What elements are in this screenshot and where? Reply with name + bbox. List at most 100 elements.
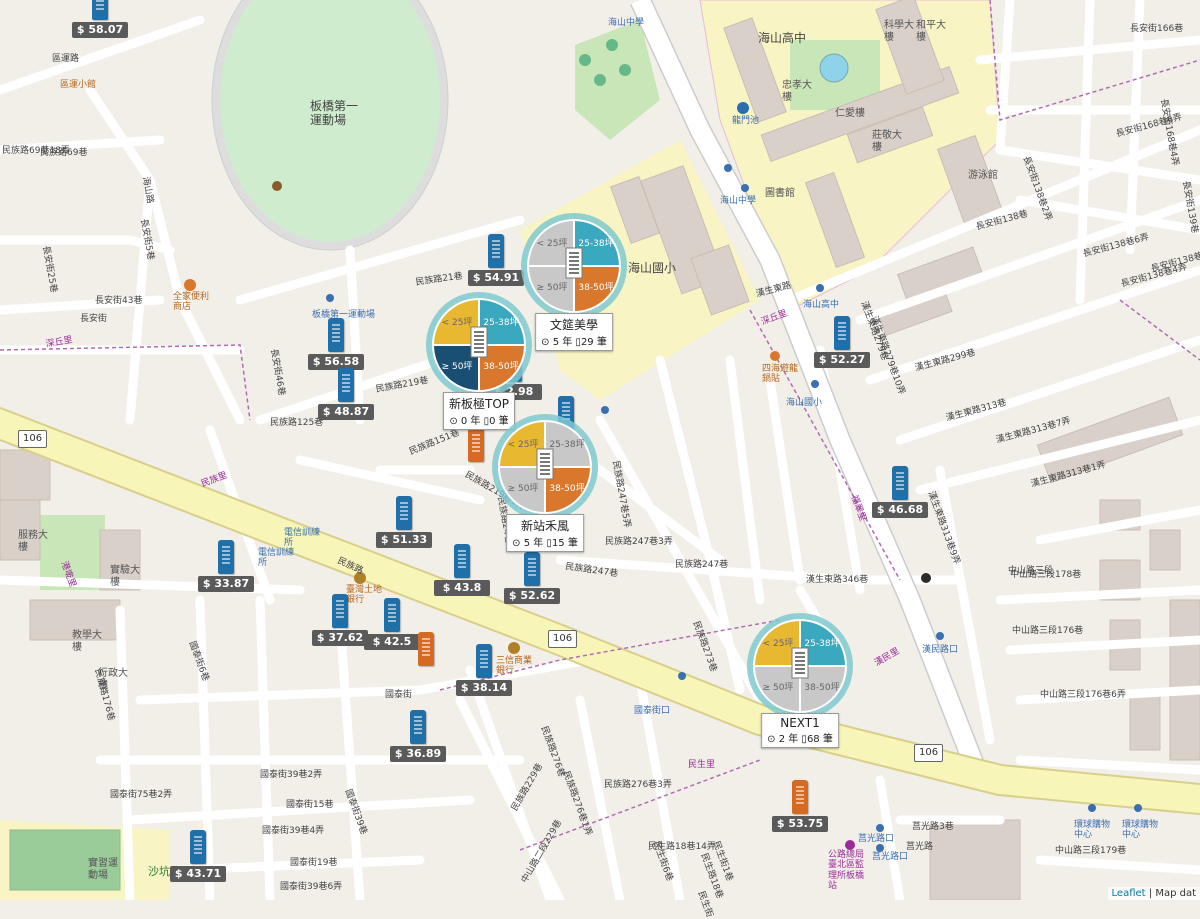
road-label: 莒光路 — [906, 842, 934, 852]
property-price: $ 43.71 — [170, 866, 226, 882]
property-marker[interactable] — [398, 632, 454, 684]
road-label: 國泰街19巷 — [290, 858, 338, 868]
road-label: 莒光路3巷 — [912, 822, 954, 832]
clock-icon: ⊙ — [541, 337, 553, 348]
property-price: $ 48.87 — [318, 404, 374, 420]
property-price: $ 38.14 — [456, 680, 512, 696]
building-icon — [834, 316, 850, 350]
pie-slice-label: 25-38坪 — [578, 238, 613, 249]
road-label: 中山路三段176巷6弄 — [1040, 690, 1126, 700]
road-label: 國泰街15巷 — [286, 800, 334, 810]
property-marker[interactable]: $ 53.75 — [772, 780, 828, 832]
property-marker[interactable]: $ 51.33 — [376, 496, 432, 548]
cluster-info-box[interactable]: 文筵美學 ⊙ 5 年 ▯29 筆 — [535, 313, 613, 351]
road-label: 民生路18巷14弄 — [648, 842, 716, 852]
leaflet-link[interactable]: Leaflet — [1112, 888, 1146, 899]
road-label: 漢生東路313巷7弄 — [995, 416, 1072, 446]
place-label-library: 圖書館 — [765, 188, 795, 199]
property-marker[interactable]: $ 56.58 — [308, 318, 364, 370]
building-icon — [332, 594, 348, 628]
document-icon: ▯ — [798, 734, 807, 745]
deal-count: 68 筆 — [806, 734, 833, 745]
place-label-bldg4: 科學大 樓 — [884, 20, 914, 43]
property-marker[interactable]: $ 37.62 — [312, 594, 368, 646]
building-icon — [892, 466, 908, 500]
place-label-bldg2: 忠孝大 樓 — [782, 80, 812, 103]
property-price: $ 46.68 — [872, 502, 928, 518]
road-label: 漢生東路346巷 — [806, 575, 869, 585]
property-marker[interactable]: $ 52.62 — [504, 552, 560, 604]
project-cluster[interactable]: 25-38坪 38-50坪 ≥ 50坪 < 25坪 文筵美學 ⊙ 5 年 ▯29 筆 — [521, 213, 627, 351]
property-marker[interactable]: $ 48.87 — [318, 368, 374, 420]
clock-icon: ⊙ — [449, 416, 461, 427]
road-label: 海山路 — [140, 176, 155, 205]
bus-stop-label: 國泰街口 — [634, 706, 671, 716]
bus-stop-label: 莒光路口 — [872, 852, 909, 862]
property-marker[interactable]: $ 43.8 — [434, 544, 490, 596]
document-icon: ▯ — [572, 337, 581, 348]
road-label: 長安街46巷 — [268, 348, 287, 397]
property-marker[interactable]: $ 54.91 — [468, 234, 524, 286]
property-marker[interactable]: $ 46.68 — [872, 466, 928, 518]
road-label: 漢生東路 — [755, 280, 793, 300]
pie-slice-label: 38-50坪 — [804, 682, 839, 693]
cluster-info-box[interactable]: 新站禾風 ⊙ 5 年 ▯15 筆 — [506, 514, 584, 552]
size-pie: 25-38坪 38-50坪 ≥ 50坪 < 25坪 — [752, 618, 848, 714]
size-pie: 25-38坪 38-50坪 ≥ 50坪 < 25坪 — [526, 218, 622, 314]
project-age: 2 年 — [778, 734, 799, 745]
route-106-shield: 106 — [18, 430, 48, 448]
property-price: $ 37.62 — [312, 630, 368, 646]
property-marker[interactable]: $ 58.07 — [72, 0, 128, 38]
clock-icon: ⊙ — [767, 734, 779, 745]
road-label: 國泰街6巷 — [186, 640, 211, 683]
project-meta: ⊙ 5 年 ▯29 筆 — [541, 333, 607, 348]
property-marker[interactable]: $ 43.71 — [170, 830, 226, 882]
road-label: 民族路276巷3弄 — [604, 780, 672, 790]
property-price: $ 52.62 — [504, 588, 560, 604]
property-marker[interactable]: $ 36.89 — [390, 710, 446, 762]
project-cluster[interactable]: 25-38坪 38-50坪 ≥ 50坪 < 25坪 新站禾風 ⊙ 5 年 ▯15 筆 — [492, 414, 598, 552]
building-icon — [338, 368, 354, 402]
village-label: 民族里 — [200, 470, 229, 490]
project-name: NEXT1 — [780, 716, 820, 730]
document-icon: ▯ — [543, 538, 552, 549]
road-label: 漢生東路299巷 — [914, 347, 977, 374]
deal-count: 15 筆 — [551, 538, 578, 549]
road-label: 長安街138巷 — [975, 209, 1029, 233]
road-label: 民生街 — [695, 890, 715, 919]
property-marker[interactable]: $ 38.14 — [456, 644, 512, 696]
bus-stop-label: 海山中學 — [608, 18, 645, 28]
road-label: 漢生東路313巷1弄 — [1030, 460, 1107, 490]
building-icon — [792, 780, 808, 814]
map-attribution: Leaflet | Map dat — [1107, 887, 1200, 900]
village-label: 港墘里 — [58, 560, 78, 589]
property-marker[interactable]: $ 33.87 — [198, 540, 254, 592]
clock-icon: ⊙ — [512, 538, 524, 549]
road-label: 漢生東路313巷 — [945, 397, 1008, 424]
road-label: 長安街43巷 — [95, 296, 143, 306]
property-price: $ 36.89 — [390, 746, 446, 762]
place-label-hospital: 公路總局 臺北區監 理所板橋 站 — [828, 850, 865, 892]
project-age: 5 年 — [552, 337, 573, 348]
project-meta: ⊙ 5 年 ▯15 筆 — [512, 534, 578, 549]
road-label: 國泰街39巷4弄 — [262, 826, 325, 836]
project-cluster[interactable]: 25-38坪 38-50坪 ≥ 50坪 < 25坪 新板極TOP ⊙ 0 年 ▯0 筆 — [426, 292, 532, 430]
cluster-info-box[interactable]: NEXT1 ⊙ 2 年 ▯68 筆 — [761, 713, 839, 748]
pie-slice-label: 38-50坪 — [549, 483, 584, 494]
property-marker[interactable]: $ 52.27 — [814, 316, 870, 368]
project-cluster[interactable]: 25-38坪 38-50坪 ≥ 50坪 < 25坪 NEXT1 ⊙ 2 年 ▯68 筆 — [747, 613, 853, 748]
pie-slice-label: 25-38坪 — [483, 317, 518, 328]
road-label: 民族路125巷 — [270, 418, 324, 428]
size-pie: 25-38坪 38-50坪 ≥ 50坪 < 25坪 — [431, 297, 527, 393]
building-icon — [488, 234, 504, 268]
pie-slice-label: ≥ 50坪 — [537, 282, 568, 293]
place-label-sand: 沙坑 — [148, 865, 170, 878]
road-label: 長安街166巷 — [1130, 24, 1184, 34]
pie-slice-label: 25-38坪 — [804, 638, 839, 649]
road-label: 區運路 — [52, 54, 80, 64]
building-icon — [418, 632, 434, 666]
bus-stop-label: 海山高中 — [803, 300, 840, 310]
pie-slice-label: ≥ 50坪 — [763, 682, 794, 693]
place-label-mall2: 環球購物 中心 — [1122, 820, 1159, 841]
project-age: 0 年 — [460, 416, 481, 427]
